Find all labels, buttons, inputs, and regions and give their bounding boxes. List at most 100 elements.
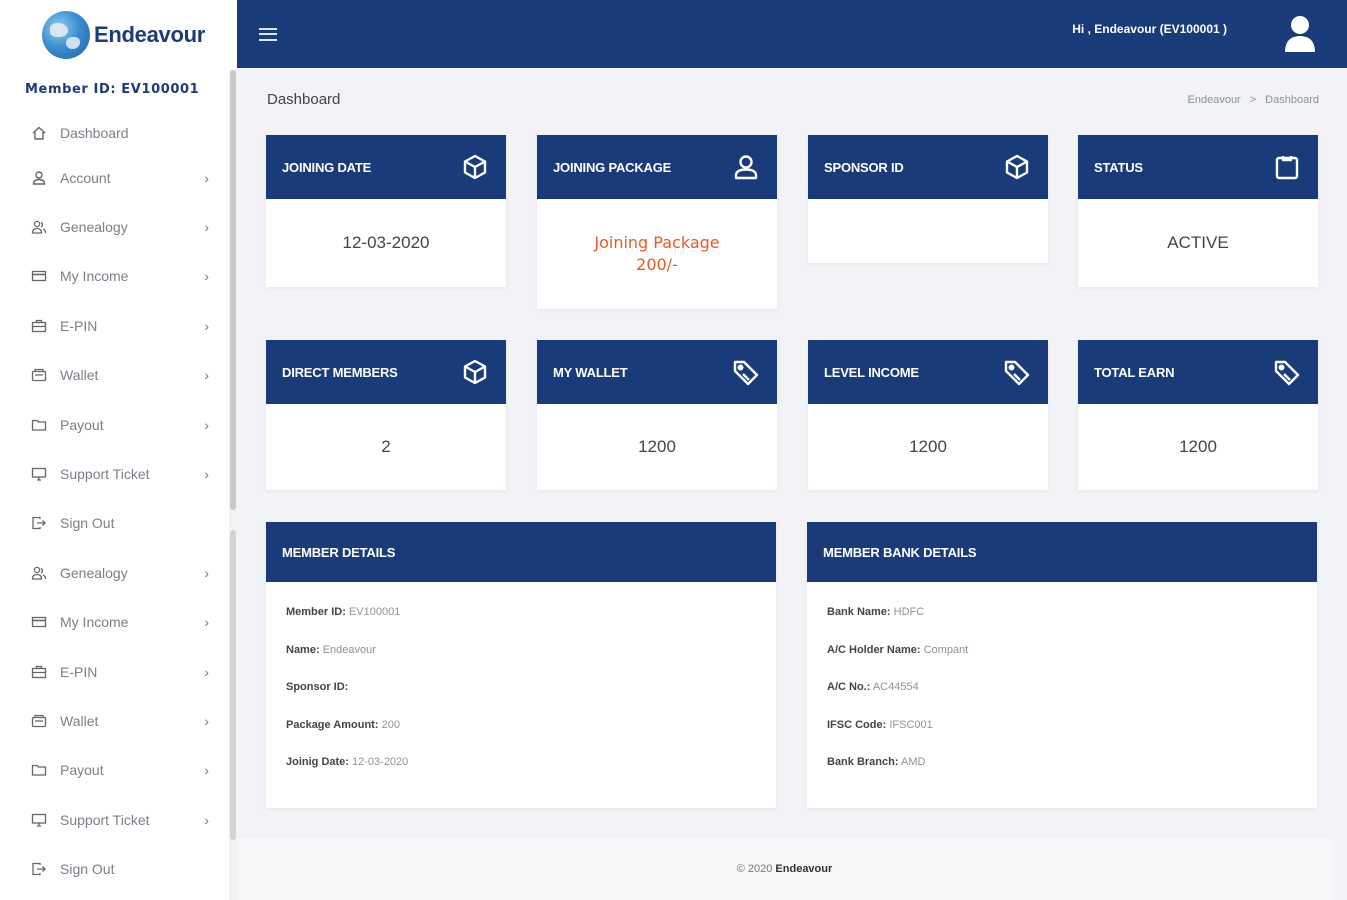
sidebar-item-label: Genealogy xyxy=(60,219,128,236)
sidebar-item-dashboard[interactable]: Dashboard xyxy=(0,113,237,153)
tag-icon xyxy=(732,358,760,386)
chevron-right-icon: › xyxy=(204,663,209,680)
sidebar-item-label: My Income xyxy=(60,268,129,285)
chevron-right-icon: › xyxy=(204,712,209,729)
sidebar-item-genealogy[interactable]: Genealogy › xyxy=(0,202,237,251)
menu-toggle-button[interactable] xyxy=(259,27,277,41)
detail-value: Compant xyxy=(923,643,969,656)
panel-title: MEMBER DETAILS xyxy=(282,544,396,560)
sidebar-item-e-pin[interactable]: E-PIN › xyxy=(0,647,237,696)
detail-value: HDFC xyxy=(893,606,925,618)
page-title: Dashboard xyxy=(267,91,341,108)
sidebar-item-payout[interactable]: Payout › xyxy=(0,746,237,795)
card-value: 1200 xyxy=(638,437,676,456)
breadcrumb-home-link[interactable]: Endeavour xyxy=(1188,94,1241,106)
detail-row: Bank Branch: AMD xyxy=(827,754,1297,792)
member-details-panel: MEMBER DETAILS Member ID: EV100001 Name: … xyxy=(266,522,776,808)
breadcrumb-separator: > xyxy=(1249,94,1257,106)
sidebar-item-label: E-PIN xyxy=(60,663,98,680)
panel-title: MEMBER BANK DETAILS xyxy=(823,544,977,560)
detail-key: A/C Holder Name: xyxy=(827,643,921,656)
user-icon xyxy=(30,169,48,187)
sidebar-item-payout[interactable]: Payout › xyxy=(0,400,237,449)
detail-key: IFSC Code: xyxy=(827,718,887,731)
detail-row: Name: Endeavour xyxy=(286,642,756,680)
user-greeting[interactable]: Hi , Endeavour (EV100001 ) xyxy=(1072,22,1227,36)
chevron-right-icon: › xyxy=(204,564,209,581)
sidebar-item-support-ticket[interactable]: Support Ticket › xyxy=(0,795,237,844)
card-header: JOINING DATE xyxy=(266,135,506,199)
chevron-right-icon: › xyxy=(204,367,209,384)
detail-value: 12-03-2020 xyxy=(352,756,409,768)
sidebar-item-label: E-PIN xyxy=(60,317,98,334)
sidebar-item-account[interactable]: Account › xyxy=(0,153,237,202)
scrollbar-thumb[interactable] xyxy=(230,70,236,510)
card-value: 2 xyxy=(381,437,391,456)
sidebar-item-wallet[interactable]: Wallet › xyxy=(0,696,237,745)
card-header: TOTAL EARN xyxy=(1078,340,1318,404)
clipboard-icon xyxy=(1273,153,1301,181)
chevron-right-icon: › xyxy=(204,268,209,285)
folder-icon xyxy=(30,416,48,434)
detail-value: Endeavour xyxy=(322,643,376,656)
sidebar-scrollbar[interactable] xyxy=(229,70,237,900)
card-header: SPONSOR ID xyxy=(808,135,1048,199)
sidebar-item-my-income[interactable]: My Income › xyxy=(0,598,237,647)
level-income-card: LEVEL INCOME 1200 xyxy=(808,340,1048,490)
card-header: DIRECT MEMBERS xyxy=(266,340,506,404)
cube-icon xyxy=(1003,153,1031,181)
detail-key: Name: xyxy=(286,643,320,656)
sidebar-item-wallet[interactable]: Wallet › xyxy=(0,351,237,400)
card-title: DIRECT MEMBERS xyxy=(282,364,398,380)
globe-logo-icon xyxy=(42,11,90,59)
card-title: STATUS xyxy=(1094,159,1143,175)
sidebar-item-e-pin[interactable]: E-PIN › xyxy=(0,301,237,350)
sidebar-item-label: My Income xyxy=(60,614,129,631)
member-id-label: Member ID: EV100001 xyxy=(25,82,200,97)
panel-header: MEMBER DETAILS xyxy=(266,522,776,582)
card-header: JOINING PACKAGE xyxy=(537,135,777,199)
detail-value: IFSC001 xyxy=(889,718,933,731)
package-amount: 200/- xyxy=(636,255,678,274)
sidebar-item-label: Account xyxy=(60,169,111,186)
sidebar-item-label: Payout xyxy=(60,762,104,779)
joining-date-card: JOINING DATE 12-03-2020 xyxy=(266,135,506,287)
signout-icon xyxy=(30,514,48,532)
panel-header: MEMBER BANK DETAILS xyxy=(807,522,1317,582)
signout-icon xyxy=(30,860,48,878)
card-title: LEVEL INCOME xyxy=(824,364,919,380)
sidebar-nav: Dashboard Account › Genealogy › My Income › E-P… xyxy=(0,113,237,894)
footer-brand: Endeavour xyxy=(775,863,833,875)
brand-logo[interactable]: Endeavour xyxy=(0,0,237,70)
sidebar-item-support-ticket[interactable]: Support Ticket › xyxy=(0,449,237,498)
hamburger-line xyxy=(259,33,277,35)
tag-icon xyxy=(1003,358,1031,386)
sidebar-item-sign-out[interactable]: Sign Out xyxy=(0,844,237,893)
sidebar-item-label: Support Ticket xyxy=(60,811,150,828)
package-name: Joining Package xyxy=(594,233,720,253)
chevron-right-icon: › xyxy=(204,614,209,631)
detail-key: Joinig Date: xyxy=(286,756,349,768)
bank-details-list: Bank Name: HDFC A/C Holder Name: Compant A… xyxy=(807,582,1317,792)
sidebar-item-my-income[interactable]: My Income › xyxy=(0,252,237,301)
my-wallet-card: MY WALLET 1200 xyxy=(537,340,777,490)
card-header: MY WALLET xyxy=(537,340,777,404)
brand-name: Endeavour xyxy=(94,22,205,47)
footer-copyright: © 2020 xyxy=(736,863,773,875)
user-avatar-icon[interactable] xyxy=(1283,14,1317,54)
user-icon xyxy=(732,153,760,181)
chevron-right-icon: › xyxy=(204,169,209,186)
sidebar-item-sign-out[interactable]: Sign Out xyxy=(0,499,237,548)
card-icon xyxy=(30,613,48,631)
card-title: JOINING PACKAGE xyxy=(553,159,672,175)
sidebar-item-label: Payout xyxy=(60,416,104,433)
cube-icon xyxy=(461,358,489,386)
detail-key: Bank Branch: xyxy=(827,756,899,768)
card-header: LEVEL INCOME xyxy=(808,340,1048,404)
scrollbar-thumb-secondary[interactable] xyxy=(230,530,236,840)
wallet-icon xyxy=(30,366,48,384)
detail-value: 200 xyxy=(381,718,400,731)
detail-value: EV100001 xyxy=(348,606,401,618)
chevron-right-icon: › xyxy=(204,219,209,236)
sidebar-item-genealogy[interactable]: Genealogy › xyxy=(0,548,237,597)
